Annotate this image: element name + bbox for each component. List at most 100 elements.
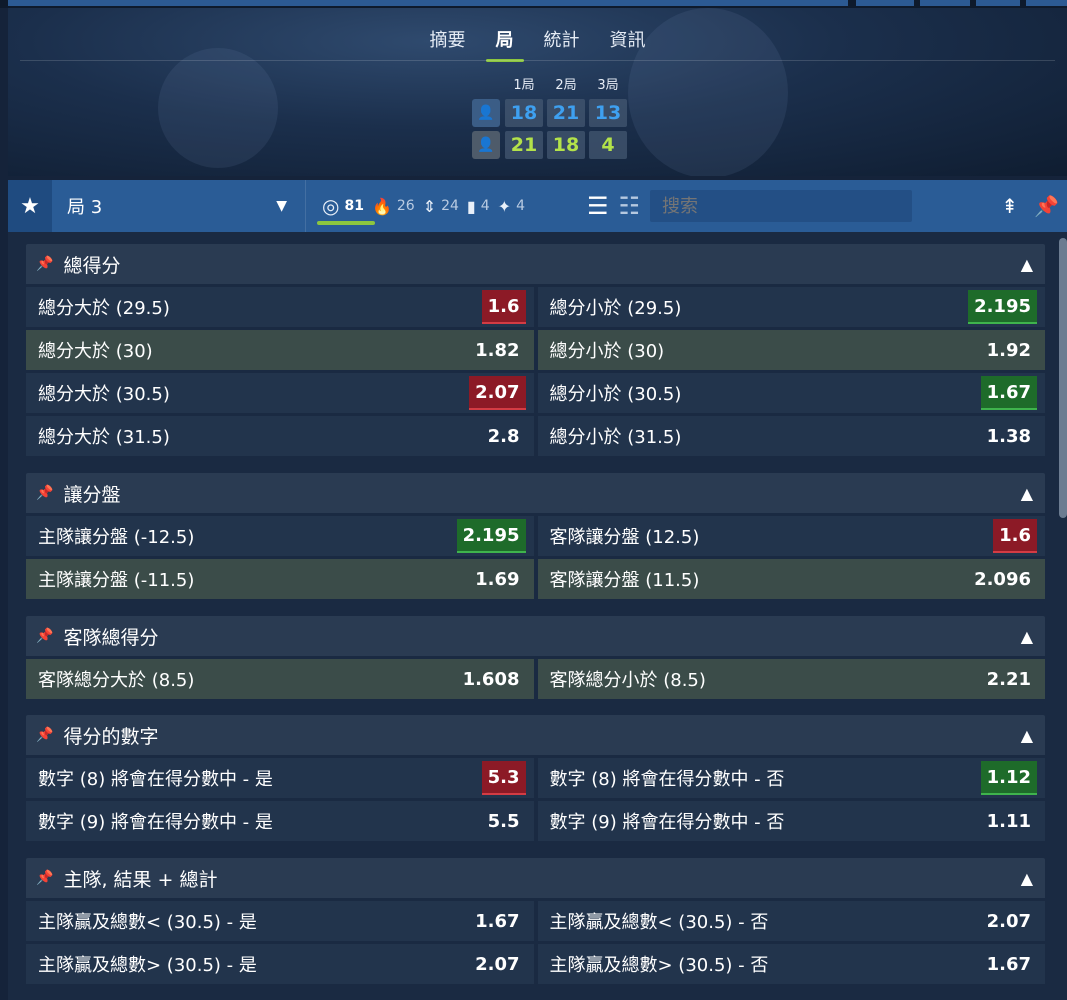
target-icon: ◎	[322, 194, 340, 218]
market-row: 主隊贏及總數> (30.5) - 是 2.07 主隊贏及總數> (30.5) - 否…	[26, 944, 1045, 984]
pin-icon[interactable]: 📌	[36, 727, 53, 743]
odds-value: 1.6	[993, 519, 1037, 553]
odds-value: 5.3	[481, 761, 526, 795]
bet-option[interactable]: 數字 (8) 將會在得分數中 - 是 5.3	[26, 758, 534, 798]
away-player-avatar: 👤	[472, 131, 500, 159]
set-selector-dropdown[interactable]: 局 3 ▼	[52, 180, 306, 232]
bet-option[interactable]: 總分小於 (29.5) 2.195	[537, 287, 1045, 327]
chevron-up-icon[interactable]: ▲	[1021, 484, 1033, 503]
bet-option[interactable]: 數字 (9) 將會在得分數中 - 是 5.5	[26, 801, 534, 841]
pin-icon[interactable]: 📌	[1034, 194, 1059, 218]
odds-value: 1.67	[980, 376, 1037, 410]
collapse-all-icon[interactable]: ⇞	[1001, 194, 1018, 218]
bet-option[interactable]: 總分小於 (31.5) 1.38	[537, 416, 1045, 456]
handicap-filter[interactable]: ▮ 4	[467, 197, 490, 216]
two-column-icon[interactable]: ☷	[619, 192, 641, 220]
top-strip-segment[interactable]	[1026, 0, 1067, 6]
market-section-header[interactable]: 📌 客隊總得分 ▲	[26, 616, 1045, 656]
market-section: 📌 得分的數字 ▲ 數字 (8) 將會在得分數中 - 是 5.3 數字 (8) 將會在得分…	[26, 715, 1045, 841]
chevron-up-icon[interactable]: ▲	[1021, 726, 1033, 745]
odds-value: 2.07	[986, 910, 1031, 932]
odds-value: 1.38	[986, 425, 1031, 447]
bet-option[interactable]: 數字 (9) 將會在得分數中 - 否 1.11	[537, 801, 1045, 841]
bet-option[interactable]: 主隊贏及總數> (30.5) - 否 1.67	[537, 944, 1045, 984]
market-section-header[interactable]: 📌 得分的數字 ▲	[26, 715, 1045, 755]
bet-option[interactable]: 總分大於 (31.5) 2.8	[26, 416, 534, 456]
bet-option[interactable]: 總分小於 (30) 1.92	[537, 330, 1045, 370]
odds-value: 2.07	[475, 953, 520, 975]
market-row: 總分大於 (31.5) 2.8 總分小於 (31.5) 1.38	[26, 416, 1045, 456]
market-row: 總分大於 (30.5) 2.07 總分小於 (30.5) 1.67	[26, 373, 1045, 413]
bet-option[interactable]: 客隊總分小於 (8.5) 2.21	[537, 659, 1045, 699]
market-search-input[interactable]	[650, 190, 913, 222]
bet-option[interactable]: 主隊贏及總數< (30.5) - 是 1.67	[26, 901, 534, 941]
top-strip-segment[interactable]	[920, 0, 970, 6]
market-category-counters: ◎ 81 🔥 26 ⇕ 24 ▮ 4 ✦ 4	[306, 180, 525, 232]
bet-option[interactable]: 主隊贏及總數> (30.5) - 是 2.07	[26, 944, 534, 984]
bet-option[interactable]: 總分大於 (30) 1.82	[26, 330, 534, 370]
tab-info[interactable]: 資訊	[606, 26, 650, 62]
bet-option[interactable]: 主隊讓分盤 (-12.5) 2.195	[26, 516, 534, 556]
bet-option[interactable]: 客隊讓分盤 (11.5) 2.096	[537, 559, 1045, 599]
bet-option-label: 客隊總分大於 (8.5)	[38, 670, 195, 691]
home-set-score: 13	[589, 99, 627, 127]
home-score-row: 👤 18 21 13	[472, 99, 627, 127]
pin-icon[interactable]: 📌	[36, 870, 53, 886]
bet-option[interactable]: 客隊讓分盤 (12.5) 1.6	[537, 516, 1045, 556]
home-set-score: 18	[505, 99, 543, 127]
odds-value: 1.92	[986, 339, 1031, 361]
market-filter-bar: ★ 局 3 ▼ ◎ 81 🔥 26 ⇕ 24 ▮ 4 ✦ 4 ☰ ☷ 搜索 ⇞ …	[8, 180, 1067, 232]
set-selector-value: 局 3	[67, 197, 103, 218]
bet-option[interactable]: 客隊總分大於 (8.5) 1.608	[26, 659, 534, 699]
bet-option-label: 主隊贏及總數> (30.5) - 否	[549, 955, 769, 976]
tab-summary[interactable]: 摘要	[426, 26, 470, 62]
specials-filter[interactable]: ✦ 4	[498, 197, 525, 216]
bet-option-label: 總分大於 (30.5)	[38, 384, 170, 405]
bet-option[interactable]: 總分大於 (30.5) 2.07	[26, 373, 534, 413]
top-strip-segment[interactable]	[856, 0, 914, 6]
away-set-score: 18	[547, 131, 585, 159]
totals-filter[interactable]: ⇕ 24	[423, 197, 459, 216]
single-column-icon[interactable]: ☰	[587, 192, 609, 220]
top-strip-segment[interactable]	[976, 0, 1020, 6]
bet-option-label: 總分小於 (30.5)	[549, 384, 682, 405]
bet-option-label: 總分大於 (30)	[38, 341, 153, 362]
chevron-up-icon[interactable]: ▲	[1021, 255, 1033, 274]
bet-option[interactable]: 總分大於 (29.5) 1.6	[26, 287, 534, 327]
bar-chart-icon: ▮	[466, 196, 476, 216]
pin-icon[interactable]: 📌	[36, 485, 53, 501]
tab-stats[interactable]: 統計	[540, 26, 584, 62]
bet-option[interactable]: 總分小於 (30.5) 1.67	[537, 373, 1045, 413]
scrollbar[interactable]	[1059, 238, 1067, 518]
market-title: 主隊, 結果 + 總計	[63, 868, 218, 891]
market-section-header[interactable]: 📌 主隊, 結果 + 總計 ▲	[26, 858, 1045, 898]
chevron-up-icon[interactable]: ▲	[1021, 627, 1033, 646]
match-header: 摘要 局 統計 資訊 1局 2局 3局 👤 18 21 13 👤 21 18 4	[8, 8, 1067, 176]
market-section-header[interactable]: 📌 讓分盤 ▲	[26, 473, 1045, 513]
pin-icon[interactable]: 📌	[36, 256, 53, 272]
chevron-up-icon[interactable]: ▲	[1021, 869, 1033, 888]
top-strip-segment	[8, 0, 848, 6]
market-section-header[interactable]: 📌 總得分 ▲	[26, 244, 1045, 284]
bet-option[interactable]: 數字 (8) 將會在得分數中 - 否 1.12	[537, 758, 1045, 798]
bet-option-label: 主隊贏及總數< (30.5) - 是	[38, 912, 257, 933]
odds-value: 5.5	[487, 810, 520, 832]
layout-toggle: ☰ ☷	[587, 192, 640, 220]
odds-value: 2.21	[986, 668, 1031, 690]
odds-value: 1.12	[980, 761, 1037, 795]
favorite-star-icon[interactable]: ★	[8, 180, 52, 232]
odds-value: 2.8	[487, 425, 520, 447]
market-row: 主隊讓分盤 (-12.5) 2.195 客隊讓分盤 (12.5) 1.6	[26, 516, 1045, 556]
market-row: 主隊讓分盤 (-11.5) 1.69 客隊讓分盤 (11.5) 2.096	[26, 559, 1045, 599]
tab-sets[interactable]: 局	[485, 26, 524, 62]
active-filter-indicator	[317, 221, 375, 225]
home-set-score: 21	[547, 99, 585, 127]
all-markets-filter[interactable]: ◎ 81	[322, 194, 364, 218]
market-section: 📌 主隊, 結果 + 總計 ▲ 主隊贏及總數< (30.5) - 是 1.67 主隊贏及總…	[26, 858, 1045, 984]
bet-option[interactable]: 主隊讓分盤 (-11.5) 1.69	[26, 559, 534, 599]
market-title: 客隊總得分	[63, 626, 159, 649]
chevron-down-icon: ▼	[276, 198, 287, 214]
popular-markets-filter[interactable]: 🔥 26	[372, 197, 415, 216]
bet-option[interactable]: 主隊贏及總數< (30.5) - 否 2.07	[537, 901, 1045, 941]
pin-icon[interactable]: 📌	[36, 628, 53, 644]
